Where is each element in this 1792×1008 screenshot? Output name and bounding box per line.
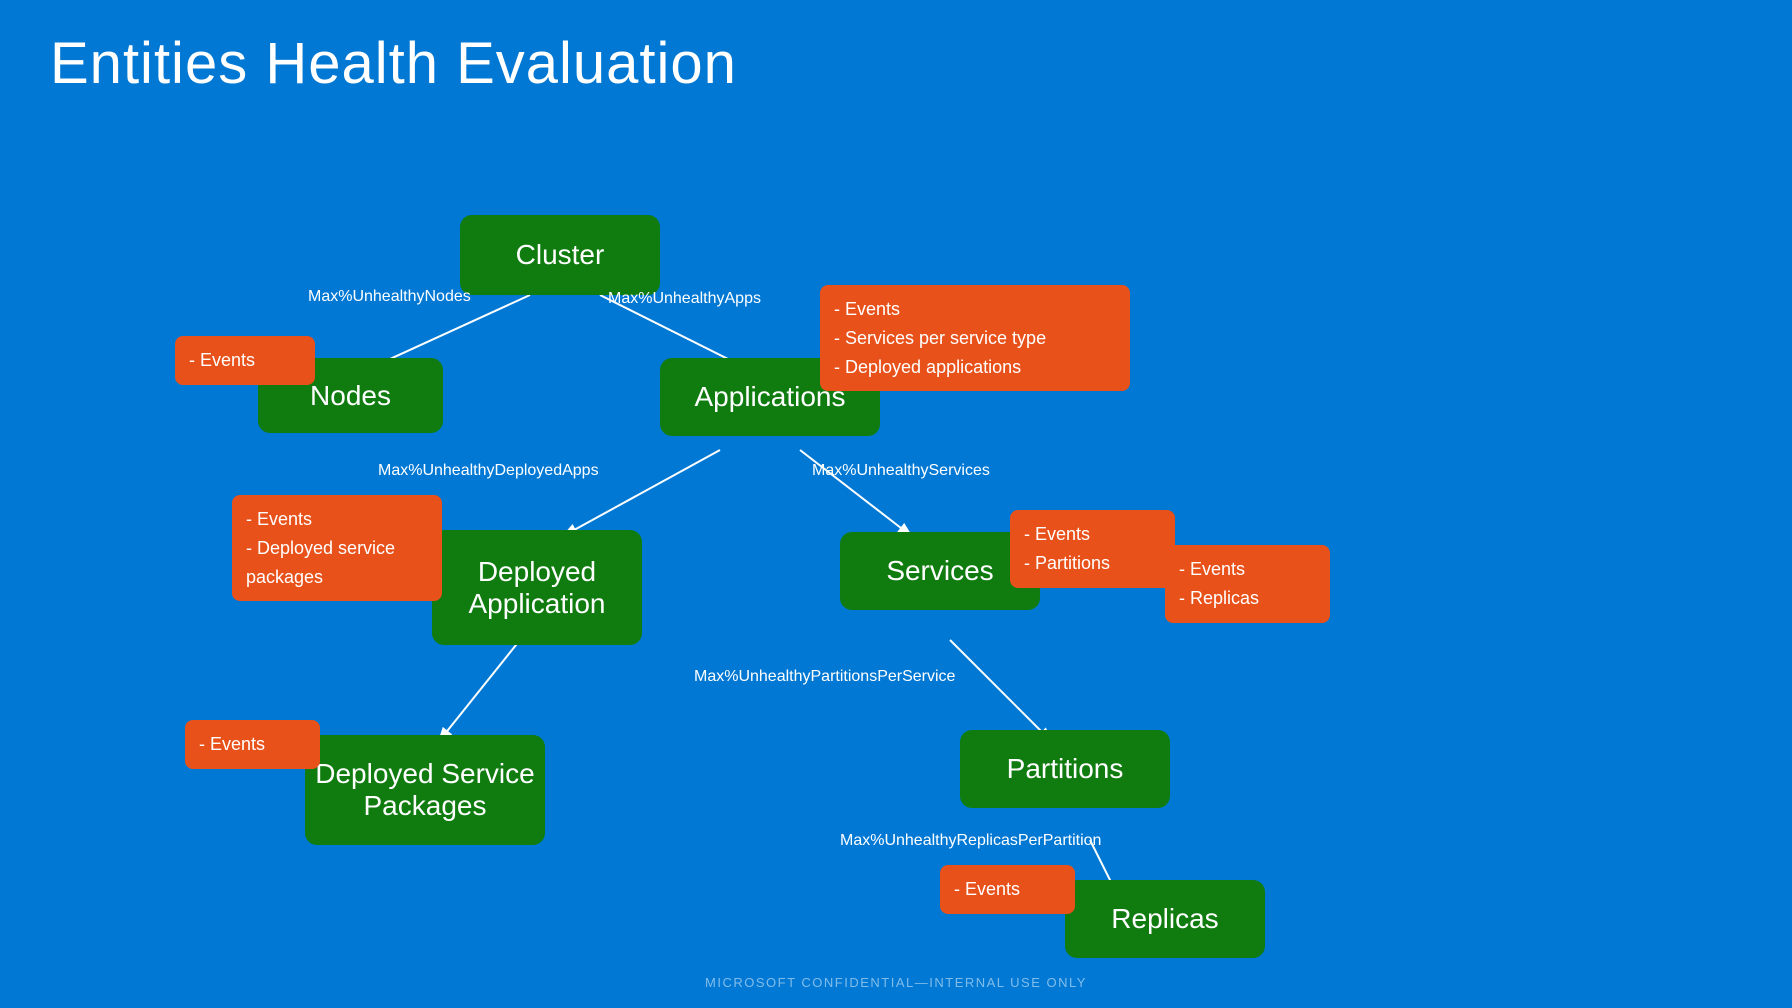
dsp-events-box: Events xyxy=(185,720,320,769)
nodes-events-box: Events xyxy=(175,336,315,385)
app-event-2: Services per service type xyxy=(834,324,1116,353)
svc-event-2: Partitions xyxy=(1024,549,1161,578)
dsp-event-1: Events xyxy=(199,730,306,759)
part-event-2: Replicas xyxy=(1179,584,1316,613)
svc-event-1: Events xyxy=(1024,520,1161,549)
replicas-node: Replicas xyxy=(1065,880,1265,958)
applications-events-list: Events Services per service type Deploye… xyxy=(834,295,1116,381)
replicas-label: Replicas xyxy=(1111,903,1218,935)
nodes-label: Nodes xyxy=(310,380,391,412)
services-events-box: Events Partitions xyxy=(1010,510,1175,588)
da-event-2: Deployed service packages xyxy=(246,534,428,592)
deployed-service-packages-label: Deployed Service Packages xyxy=(315,758,534,822)
deployed-service-packages-node: Deployed Service Packages xyxy=(305,735,545,845)
part-event-1: Events xyxy=(1179,555,1316,584)
app-event-3: Deployed applications xyxy=(834,353,1116,382)
applications-events-box: Events Services per service type Deploye… xyxy=(820,285,1130,391)
page-title: Entities Health Evaluation xyxy=(50,30,737,97)
max-unhealthy-partitions-label: Max%UnhealthyPartitionsPerService xyxy=(694,668,955,686)
deployed-app-events-list: Events Deployed service packages xyxy=(246,505,428,591)
deployed-application-node: Deployed Application xyxy=(432,530,642,645)
rep-event-1: Events xyxy=(954,875,1061,904)
partitions-events-list: Events Replicas xyxy=(1179,555,1316,613)
nodes-events-list: Events xyxy=(189,346,301,375)
cluster-label: Cluster xyxy=(516,239,605,271)
app-event-1: Events xyxy=(834,295,1116,324)
services-label: Services xyxy=(886,555,993,587)
replicas-events-list: Events xyxy=(954,875,1061,904)
da-event-1: Events xyxy=(246,505,428,534)
services-events-list: Events Partitions xyxy=(1024,520,1161,578)
dsp-events-list: Events xyxy=(199,730,306,759)
max-unhealthy-deployed-apps-label: Max%UnhealthyDeployedApps xyxy=(378,462,599,480)
deployed-app-events-box: Events Deployed service packages xyxy=(232,495,442,601)
max-unhealthy-replicas-label: Max%UnhealthyReplicasPerPartition xyxy=(840,832,1101,850)
deployed-application-label: Deployed Application xyxy=(469,556,606,620)
partitions-node: Partitions xyxy=(960,730,1170,808)
nodes-event-item: Events xyxy=(189,346,301,375)
footer-text: MICROSOFT CONFIDENTIAL—INTERNAL USE ONLY xyxy=(705,975,1087,990)
max-unhealthy-services-label: Max%UnhealthyServices xyxy=(812,462,990,480)
max-unhealthy-apps-label: Max%UnhealthyApps xyxy=(608,290,761,308)
partitions-events-box: Events Replicas xyxy=(1165,545,1330,623)
replicas-events-box: Events xyxy=(940,865,1075,914)
partitions-label: Partitions xyxy=(1007,753,1124,785)
max-unhealthy-nodes-label: Max%UnhealthyNodes xyxy=(308,288,471,306)
cluster-node: Cluster xyxy=(460,215,660,295)
